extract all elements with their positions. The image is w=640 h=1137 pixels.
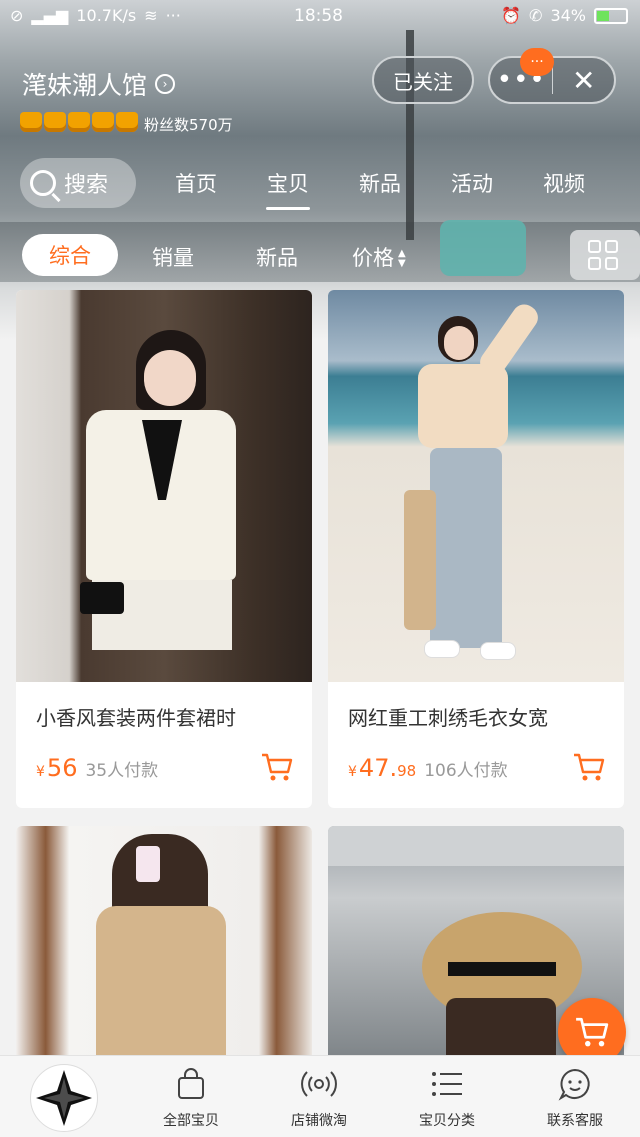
- model-face: [144, 350, 196, 406]
- bottom-shop-feed[interactable]: 店铺微淘: [264, 1064, 374, 1130]
- wifi-icon: ≋: [144, 6, 158, 25]
- model-jeans: [430, 448, 502, 648]
- tab-home[interactable]: 首页: [150, 168, 242, 198]
- fans-count: 粉丝数570万: [144, 116, 233, 134]
- tab-events[interactable]: 活动: [426, 168, 518, 198]
- product-price: ¥47.98: [348, 754, 417, 782]
- search-button[interactable]: 搜索: [20, 158, 136, 208]
- more-notifications-icon: ···: [165, 6, 181, 25]
- model-trench-coat: [96, 906, 226, 1066]
- close-icon[interactable]: ✕: [553, 64, 614, 97]
- volte-icon: ✆: [529, 6, 543, 25]
- bottom-customer-service-label: 联系客服: [547, 1113, 603, 1129]
- star-logo-icon: [36, 1070, 92, 1126]
- model-bag: [80, 582, 124, 614]
- network-speed: 10.7K/s: [76, 6, 137, 25]
- product-title: 网红重工刺绣毛衣女宽: [348, 706, 548, 730]
- hat-band: [448, 962, 556, 976]
- bag-icon: [178, 1068, 204, 1099]
- crown-icon: [44, 112, 66, 132]
- sort-comprehensive[interactable]: 综合: [22, 234, 118, 276]
- product-card[interactable]: 小香风套装两件套裙时 ¥56 35人付款: [16, 290, 312, 808]
- battery-icon: [594, 7, 628, 24]
- sort-new[interactable]: 新品: [256, 242, 298, 272]
- bottom-customer-service[interactable]: 联系客服: [520, 1064, 630, 1130]
- cart-icon: [576, 1017, 609, 1047]
- price-row: ¥56 35人付款: [36, 754, 158, 782]
- status-right: ⏰ ✆ 34%: [501, 6, 628, 25]
- cart-icon[interactable]: [260, 752, 294, 782]
- sort-sales[interactable]: 销量: [152, 242, 194, 272]
- product-image[interactable]: [16, 826, 312, 1066]
- price-row: ¥47.98 106人付款: [348, 754, 508, 782]
- sold-count: 35人付款: [85, 761, 159, 781]
- battery-percent: 34%: [550, 6, 586, 25]
- shop-nav-tabs: 首页 宝贝 新品 活动 视频: [150, 168, 610, 210]
- cart-icon[interactable]: [572, 752, 606, 782]
- product-title: 小香风套装两件套裙时: [36, 706, 236, 730]
- broadcast-icon: [301, 1071, 337, 1097]
- crown-icon: [92, 112, 114, 132]
- crown-icon: [20, 112, 42, 132]
- bottom-shop-feed-label: 店铺微淘: [291, 1113, 347, 1129]
- bottom-all-items-label: 全部宝贝: [163, 1113, 219, 1129]
- tab-videos[interactable]: 视频: [518, 168, 610, 198]
- status-bar: ⊘ ▂▄▆ 10.7K/s ≋ ··· 18:58 ⏰ ✆ 34%: [0, 0, 640, 32]
- tab-new[interactable]: 新品: [334, 168, 426, 198]
- product-price: ¥56: [36, 754, 78, 782]
- sort-price[interactable]: 价格 ▲ ▼: [352, 242, 406, 272]
- search-label: 搜索: [64, 173, 109, 198]
- model-tote: [404, 490, 436, 630]
- clock: 18:58: [294, 6, 343, 26]
- chat-icon: [558, 1068, 590, 1101]
- follow-button[interactable]: 已关注: [372, 56, 474, 104]
- model-phone: [136, 846, 160, 882]
- no-disturb-icon: ⊘: [10, 6, 24, 25]
- model-sweater: [418, 364, 508, 448]
- shop-title[interactable]: 滗妹潮人馆 ›: [22, 66, 176, 102]
- grid-icon[interactable]: [588, 240, 618, 270]
- car-ceiling: [328, 826, 624, 866]
- model-face: [444, 326, 474, 360]
- crown-icon: [116, 112, 138, 132]
- bottom-bar: 全部宝贝 店铺微淘 宝贝分类 联系客服: [0, 1055, 640, 1137]
- search-icon: [30, 170, 56, 196]
- sort-bar: 综合 销量 新品 价格 ▲ ▼: [0, 232, 640, 278]
- shop-name-text: 滗妹潮人馆: [22, 71, 148, 100]
- product-card[interactable]: 网红重工刺绣毛衣女宽 ¥47.98 106人付款: [328, 290, 624, 808]
- tab-items[interactable]: 宝贝: [242, 168, 334, 210]
- status-left: ⊘ ▂▄▆ 10.7K/s ≋ ···: [10, 6, 181, 25]
- alarm-icon: ⏰: [501, 6, 522, 25]
- sold-count: 106人付款: [424, 761, 508, 781]
- crown-icon: [68, 112, 90, 132]
- bottom-categories[interactable]: 宝贝分类: [392, 1064, 502, 1130]
- model-shoe: [424, 640, 460, 658]
- sort-arrows-icon: ▲ ▼: [398, 248, 406, 269]
- product-image[interactable]: [16, 290, 312, 682]
- signal-icon: ▂▄▆: [31, 6, 69, 25]
- chevron-right-icon: ›: [155, 74, 176, 94]
- product-card[interactable]: [16, 826, 312, 1066]
- notification-badge: ···: [520, 48, 554, 76]
- shop-logo[interactable]: [30, 1064, 98, 1132]
- shop-rating-crowns: [20, 112, 138, 132]
- sort-price-label: 价格: [352, 246, 394, 270]
- bottom-categories-label: 宝贝分类: [419, 1113, 475, 1129]
- model-arm: [475, 299, 543, 381]
- bottom-all-items[interactable]: 全部宝贝: [136, 1064, 246, 1130]
- list-icon: [432, 1072, 462, 1096]
- product-image[interactable]: [328, 290, 624, 682]
- model-shoe: [480, 642, 516, 660]
